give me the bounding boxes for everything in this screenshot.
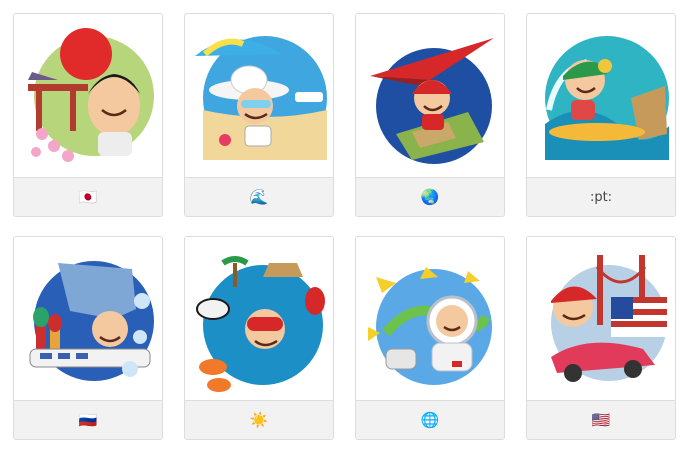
wave-icon: 🌊 <box>249 188 269 206</box>
sticker-image-japan <box>14 14 162 178</box>
sticker-image-usa <box>527 237 675 401</box>
sticker-image-glider <box>356 14 504 178</box>
sticker-card-astronaut[interactable]: 🌐 <box>355 236 505 440</box>
caption-code-text: :pt: <box>589 189 613 205</box>
sticker-grid: 🇯🇵 🌊 🌏:pt: 🇷🇺 ☀️ 🌐 🇺🇸 <box>0 0 700 461</box>
sticker-card-usa[interactable]: 🇺🇸 <box>526 236 676 440</box>
sticker-card-glider[interactable]: 🌏 <box>355 13 505 217</box>
sticker-card-russia[interactable]: 🇷🇺 <box>13 236 163 440</box>
caption-glider: 🌏 <box>356 177 504 216</box>
sticker-card-surf[interactable]: :pt: <box>526 13 676 217</box>
sticker-image-beach <box>185 14 333 178</box>
sticker-card-japan[interactable]: 🇯🇵 <box>13 13 163 217</box>
caption-japan: 🇯🇵 <box>14 177 162 216</box>
sticker-card-beach[interactable]: 🌊 <box>184 13 334 217</box>
globe-meridians-icon: 🌐 <box>420 411 440 429</box>
caption-russia: 🇷🇺 <box>14 400 162 439</box>
caption-surf: :pt: <box>527 177 675 216</box>
caption-beach: 🌊 <box>185 177 333 216</box>
sticker-image-surf <box>527 14 675 178</box>
caption-astronaut: 🌐 <box>356 400 504 439</box>
sticker-card-diver[interactable]: ☀️ <box>184 236 334 440</box>
flag-usa-icon: 🇺🇸 <box>591 411 611 429</box>
flag-japan-icon: 🇯🇵 <box>78 188 98 206</box>
sticker-image-russia <box>14 237 162 401</box>
globe-icon: 🌏 <box>420 188 440 206</box>
flag-russia-icon: 🇷🇺 <box>78 411 98 429</box>
sun-icon: ☀️ <box>249 411 269 429</box>
caption-diver: ☀️ <box>185 400 333 439</box>
sticker-image-diver <box>185 237 333 401</box>
caption-usa: 🇺🇸 <box>527 400 675 439</box>
sticker-image-astronaut <box>356 237 504 401</box>
